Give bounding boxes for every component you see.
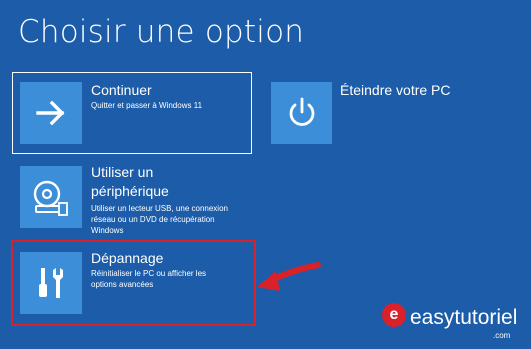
device-title-line-1: Utiliser un	[91, 164, 154, 180]
continue-tile	[20, 82, 82, 144]
watermark-suffix: .com	[493, 331, 511, 340]
watermark-name: easytutoriel	[410, 306, 518, 329]
continue-option[interactable]: Continuer Quitter et passer à Windows 11	[12, 72, 252, 154]
watermark-text: easytutoriel	[410, 306, 517, 330]
annotation-highlight-box	[11, 240, 256, 326]
continue-title: Continuer	[91, 82, 152, 98]
shutdown-title: Éteindre votre PC	[340, 82, 451, 98]
shutdown-option[interactable]: Éteindre votre PC	[271, 82, 501, 152]
device-tile	[20, 166, 82, 228]
continue-description: Quitter et passer à Windows 11	[91, 101, 203, 110]
device-option[interactable]: Utiliser un périphérique Utiliser un lec…	[12, 160, 252, 238]
shutdown-tile	[271, 82, 332, 144]
disc-drive-icon	[33, 180, 68, 216]
arrow-right-icon	[36, 100, 65, 126]
device-title-line-2: périphérique	[91, 183, 169, 199]
page-title: Choisir une option	[18, 14, 305, 50]
power-icon	[289, 97, 314, 126]
watermark-logo: e	[382, 303, 406, 327]
device-description: Utiliser un lecteur USB, une connexion r…	[91, 204, 228, 235]
